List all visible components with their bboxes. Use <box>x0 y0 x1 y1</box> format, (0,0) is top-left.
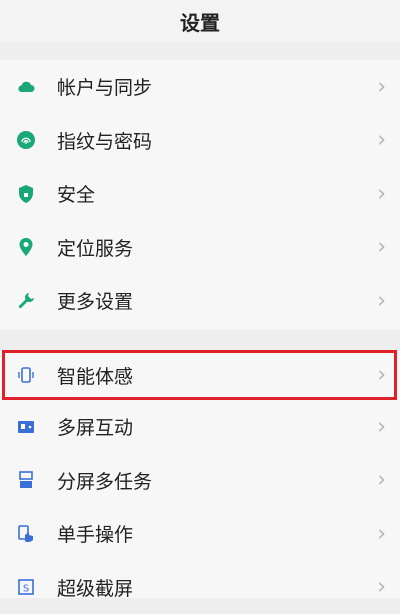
cloud-icon <box>16 77 36 97</box>
settings-item-label: 定位服务 <box>57 234 133 261</box>
settings-item-split-screen[interactable]: 分屏多任务 › <box>0 454 400 508</box>
settings-item-label: 更多设置 <box>57 287 133 314</box>
chevron-right-icon: › <box>377 575 386 600</box>
settings-item-security[interactable]: 安全 › <box>0 167 400 221</box>
shield-icon <box>16 184 36 204</box>
chevron-right-icon: › <box>377 468 386 493</box>
settings-item-label: 智能体感 <box>57 362 133 389</box>
settings-item-label: 帐户与同步 <box>57 73 152 100</box>
settings-item-label: 超级截屏 <box>57 574 133 601</box>
settings-item-fingerprint-password[interactable]: 指纹与密码 › <box>0 114 400 168</box>
settings-item-multi-screen[interactable]: 多屏互动 › <box>0 400 400 454</box>
settings-item-label: 安全 <box>57 180 95 207</box>
settings-item-label: 多屏互动 <box>57 413 133 440</box>
screenshot-icon: S <box>16 577 36 597</box>
settings-item-account-sync[interactable]: 帐户与同步 › <box>0 60 400 114</box>
settings-group-2: 智能体感 › 多屏互动 › 分屏多任务 › 单手操作 › S 超级截屏 › <box>0 350 400 598</box>
page-title: 设置 <box>180 7 220 36</box>
multi-screen-icon <box>16 417 36 437</box>
settings-item-smart-motion[interactable]: 智能体感 › <box>0 350 400 400</box>
location-pin-icon <box>16 237 36 257</box>
chevron-right-icon: › <box>377 128 386 153</box>
settings-item-super-screenshot[interactable]: S 超级截屏 › <box>0 561 400 614</box>
chevron-right-icon: › <box>377 414 386 439</box>
chevron-right-icon: › <box>377 235 386 260</box>
settings-item-label: 分屏多任务 <box>57 467 152 494</box>
settings-group-1: 帐户与同步 › 指纹与密码 › 安全 › 定位服务 › 更多设置 › <box>0 60 400 330</box>
chevron-right-icon: › <box>377 74 386 99</box>
settings-item-label: 单手操作 <box>57 520 133 547</box>
settings-item-label: 指纹与密码 <box>57 127 152 154</box>
settings-item-more-settings[interactable]: 更多设置 › <box>0 274 400 328</box>
chevron-right-icon: › <box>377 521 386 546</box>
phone-motion-icon <box>16 365 36 385</box>
split-screen-icon <box>16 470 36 490</box>
svg-text:S: S <box>23 584 29 595</box>
settings-item-one-hand[interactable]: 单手操作 › <box>0 507 400 561</box>
fingerprint-icon <box>16 130 36 150</box>
chevron-right-icon: › <box>377 363 386 388</box>
wrench-icon <box>16 291 36 311</box>
one-hand-icon <box>16 524 36 544</box>
top-bar: 设置 <box>0 0 400 42</box>
chevron-right-icon: › <box>377 288 386 313</box>
settings-item-location-services[interactable]: 定位服务 › <box>0 221 400 275</box>
chevron-right-icon: › <box>377 181 386 206</box>
